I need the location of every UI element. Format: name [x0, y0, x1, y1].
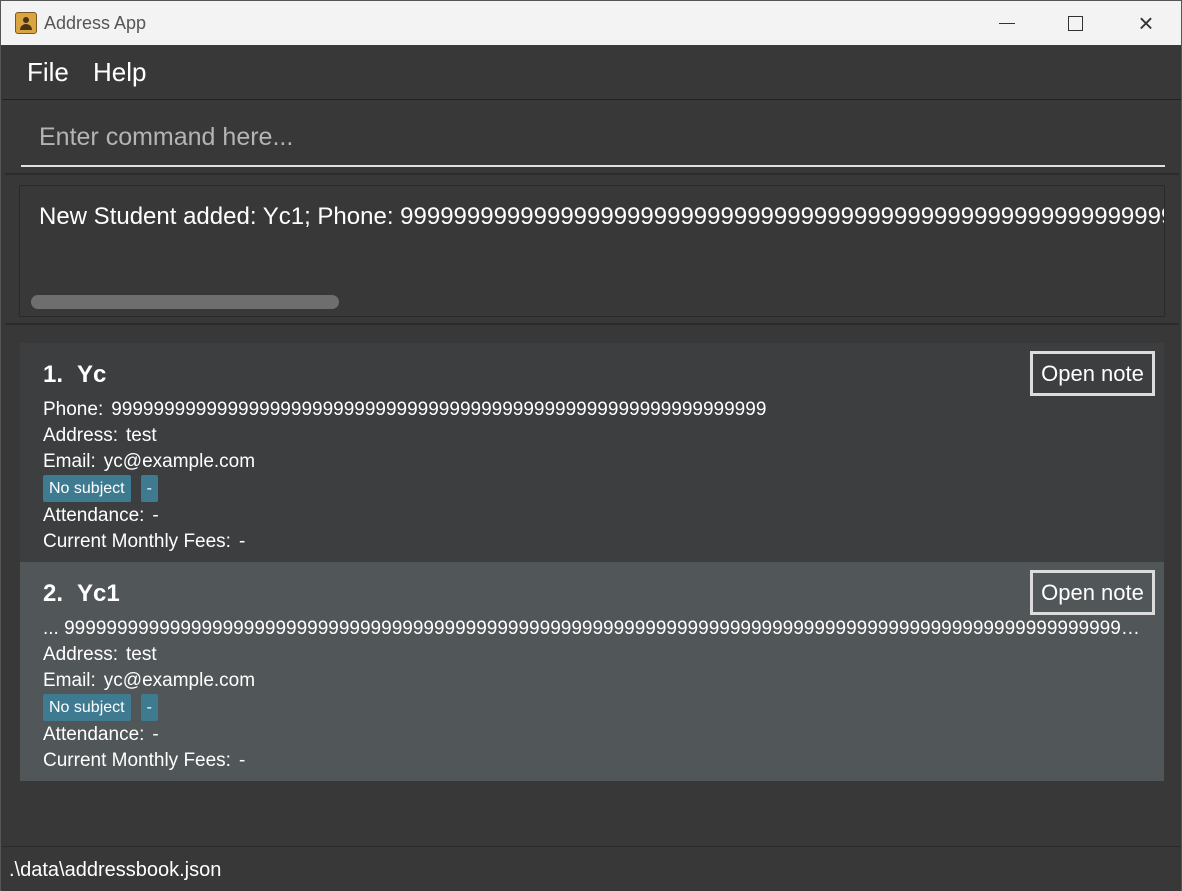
- fees-value: -: [238, 531, 246, 552]
- open-note-button[interactable]: Open note: [1030, 351, 1155, 396]
- subject-tag: No subject: [43, 475, 131, 502]
- student-name: 1. Yc: [43, 361, 106, 389]
- menu-help[interactable]: Help: [93, 57, 146, 88]
- contact-book-icon: [15, 12, 37, 34]
- result-message: New Student added: Yc1; Phone: 999999999…: [39, 203, 1164, 230]
- address-value: test: [125, 644, 157, 665]
- close-icon: ×: [1138, 8, 1154, 38]
- address-label: Address:: [43, 425, 118, 446]
- maximize-button[interactable]: [1045, 1, 1105, 45]
- attendance-label: Attendance:: [43, 724, 145, 745]
- menu-bar: File Help: [2, 45, 1181, 100]
- fees-label: Current Monthly Fees:: [43, 750, 231, 771]
- student-name-text: Yc1: [77, 580, 120, 607]
- result-display[interactable]: New Student added: Yc1; Phone: 999999999…: [19, 185, 1165, 317]
- student-card[interactable]: 1. Yc Open note Phone: 9999999999999999999…: [20, 343, 1164, 562]
- email-value: yc@example.com: [103, 670, 256, 691]
- attendance-label: Attendance:: [43, 505, 145, 526]
- subject-tag: -: [140, 475, 158, 502]
- open-note-button[interactable]: Open note: [1030, 570, 1155, 615]
- student-name: 2. Yc1: [43, 580, 120, 608]
- minimize-button[interactable]: [977, 1, 1037, 45]
- attendance-value: -: [152, 724, 159, 745]
- email-label: Email:: [43, 451, 96, 472]
- student-index: 2.: [43, 580, 64, 607]
- result-display-pane: New Student added: Yc1; Phone: 999999999…: [5, 177, 1179, 325]
- student-phone: ... 999999999999999999999999999999999999…: [43, 618, 1148, 640]
- phone-value: ... 999999999999999999999999999999999999…: [43, 618, 1148, 639]
- window-title: Address App: [44, 13, 147, 33]
- subject-tags: No subject -: [43, 475, 158, 502]
- subject-tag: -: [140, 694, 158, 721]
- student-index: 1.: [43, 361, 64, 388]
- attendance-value: -: [152, 505, 159, 526]
- student-list[interactable]: 1. Yc Open note Phone: 9999999999999999999…: [5, 327, 1179, 845]
- student-card-selected[interactable]: 2. Yc1 Open note ... 99999999999999999999…: [20, 562, 1164, 781]
- student-email: Email: yc@example.com: [43, 451, 255, 473]
- student-fees: Current Monthly Fees: -: [43, 750, 245, 772]
- horizontal-scrollbar[interactable]: [31, 295, 339, 309]
- phone-value: 9999999999999999999999999999999999999999…: [111, 399, 767, 420]
- student-attendance: Attendance: -: [43, 724, 159, 746]
- email-value: yc@example.com: [103, 451, 256, 472]
- fees-label: Current Monthly Fees:: [43, 531, 231, 552]
- student-address: Address: test: [43, 644, 157, 666]
- close-button[interactable]: ×: [1116, 1, 1176, 45]
- student-phone: Phone: 9999999999999999999999999999999999…: [43, 399, 766, 421]
- address-value: test: [125, 425, 157, 446]
- app-window: Address App × File Help New Student adde…: [0, 0, 1182, 891]
- maximize-icon: [1067, 15, 1083, 31]
- student-name-text: Yc: [77, 361, 107, 388]
- student-attendance: Attendance: -: [43, 505, 159, 527]
- minimize-icon: [999, 22, 1015, 24]
- student-email: Email: yc@example.com: [43, 670, 255, 692]
- save-location-path: .\data\addressbook.json: [9, 859, 222, 881]
- status-bar: .\data\addressbook.json: [2, 846, 1181, 891]
- email-label: Email:: [43, 670, 96, 691]
- command-input[interactable]: [21, 109, 1165, 167]
- phone-label: Phone:: [43, 399, 104, 420]
- student-address: Address: test: [43, 425, 157, 447]
- student-fees: Current Monthly Fees: -: [43, 531, 245, 553]
- subject-tag: No subject: [43, 694, 131, 721]
- subject-tags: No subject -: [43, 694, 158, 721]
- command-box-pane: [5, 101, 1179, 175]
- fees-value: -: [238, 750, 246, 771]
- address-label: Address:: [43, 644, 118, 665]
- title-bar[interactable]: Address App ×: [1, 1, 1181, 45]
- menu-file[interactable]: File: [27, 57, 69, 88]
